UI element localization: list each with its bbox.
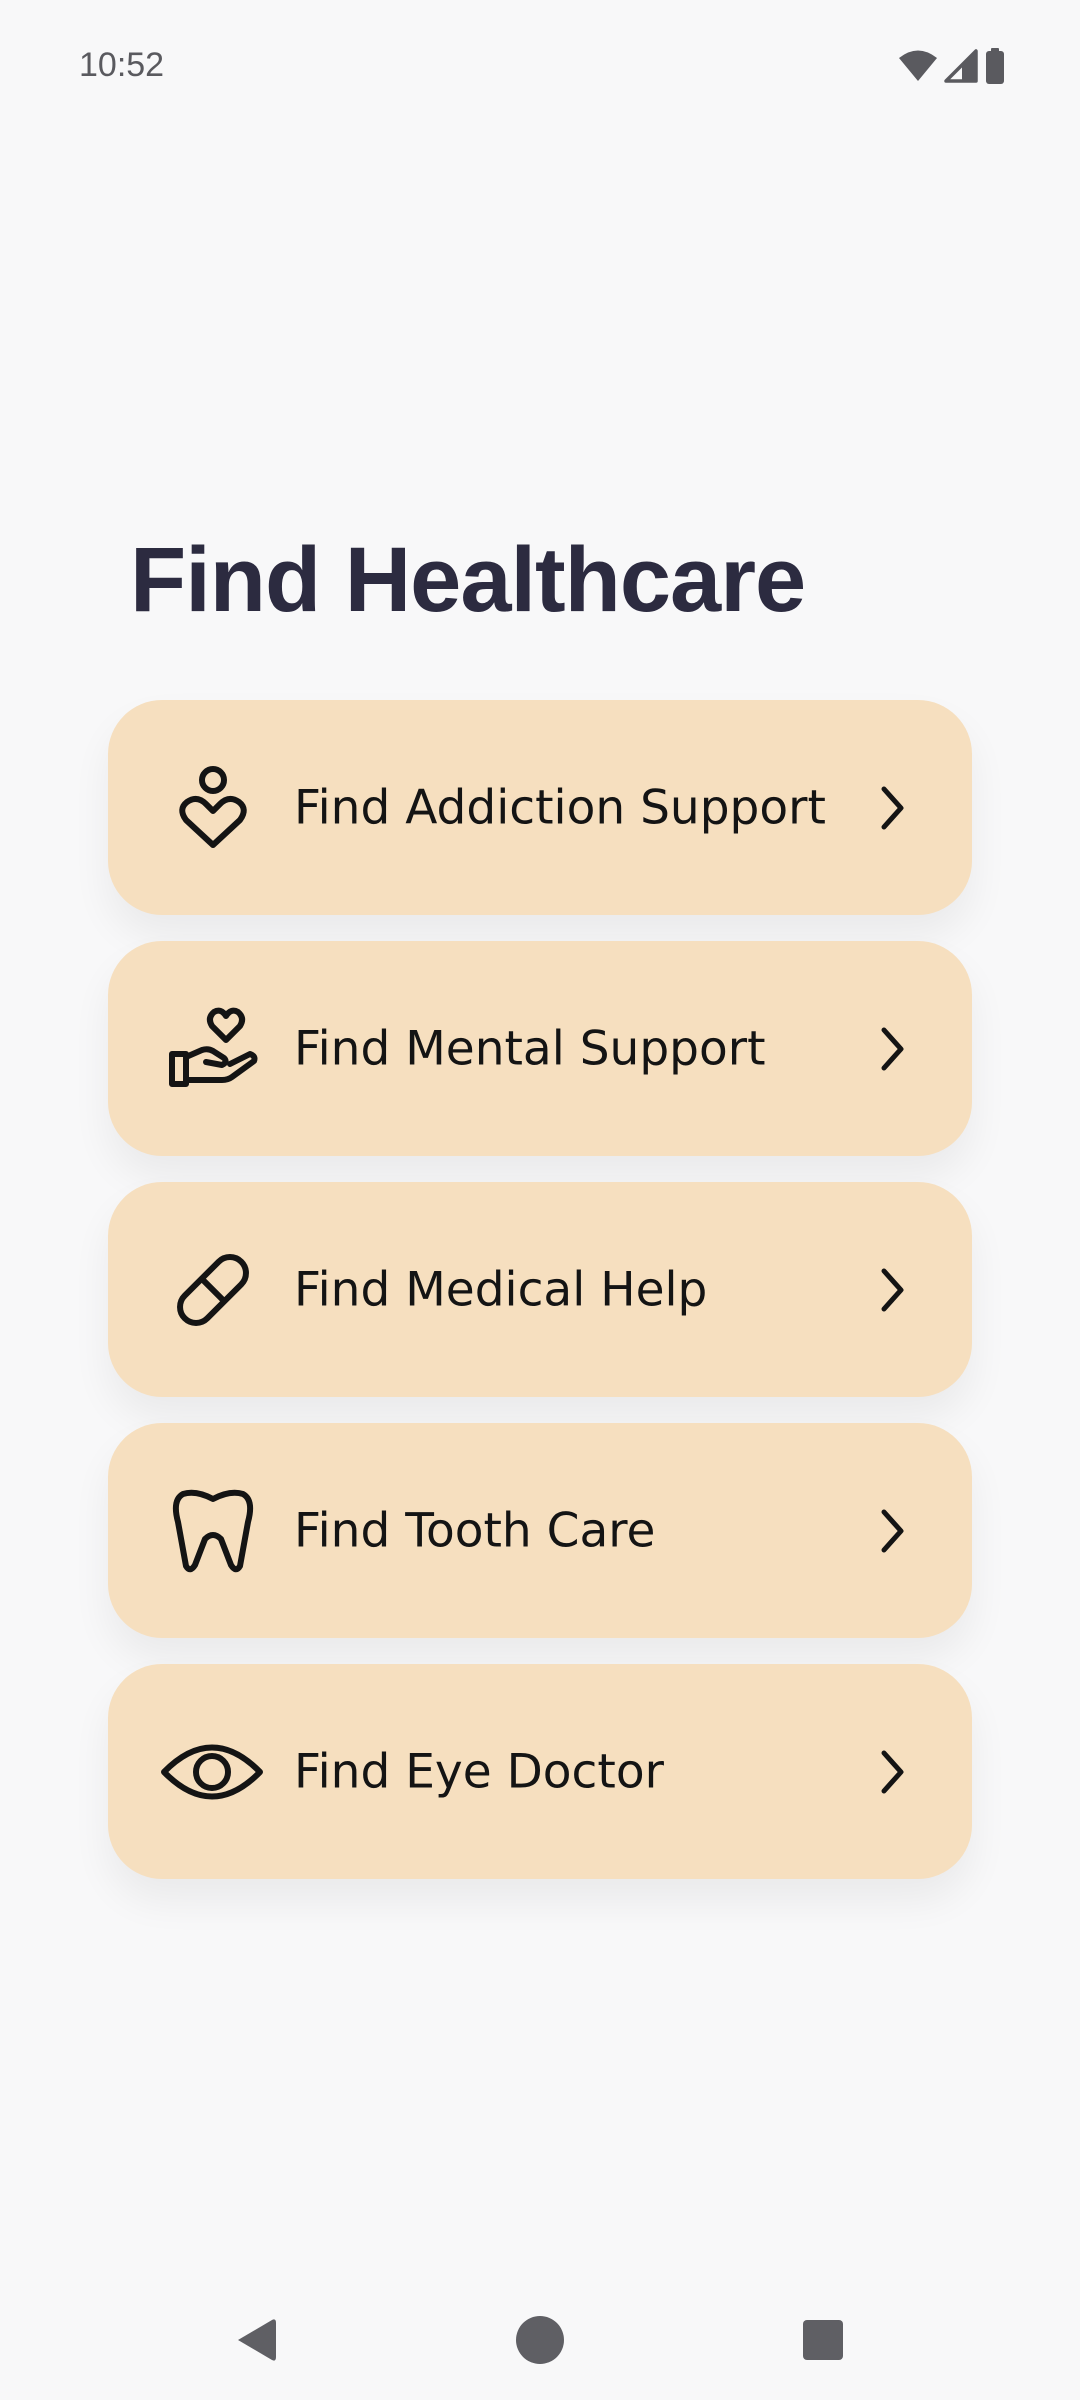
battery-icon [984, 48, 1006, 84]
back-button[interactable] [226, 2310, 286, 2370]
recents-button[interactable] [793, 2310, 853, 2370]
menu-item-label: Find Mental Support [294, 1021, 766, 1076]
menu-item-label: Find Addiction Support [294, 780, 826, 835]
eye-icon [160, 1727, 264, 1817]
page-title: Find Healthcare [130, 529, 806, 631]
tooth-icon [168, 1486, 258, 1576]
menu-item-eye-doctor[interactable]: Find Eye Doctor [108, 1664, 972, 1879]
menu-item-medical-help[interactable]: Find Medical Help [108, 1182, 972, 1397]
wifi-icon [898, 49, 938, 83]
chevron-right-icon [872, 1506, 912, 1556]
navigation-bar [0, 2280, 1080, 2400]
chevron-right-icon [872, 1265, 912, 1315]
home-icon [510, 2310, 570, 2370]
chevron-right-icon [872, 783, 912, 833]
menu-item-label: Find Tooth Care [294, 1503, 656, 1558]
signal-icon [944, 49, 978, 83]
menu-item-addiction-support[interactable]: Find Addiction Support [108, 700, 972, 915]
menu-item-label: Find Eye Doctor [294, 1744, 664, 1799]
home-button[interactable] [510, 2310, 570, 2370]
hand-heart-icon [168, 1004, 258, 1094]
chevron-right-icon [872, 1747, 912, 1797]
back-icon [226, 2310, 286, 2370]
person-heart-icon [168, 763, 258, 853]
chevron-right-icon [872, 1024, 912, 1074]
status-time: 10:52 [79, 46, 165, 84]
status-bar: 10:52 [0, 0, 1080, 136]
status-icons [898, 48, 1006, 84]
healthcare-menu: Find Addiction Support Find Mental Suppo… [108, 700, 972, 1905]
menu-item-tooth-care[interactable]: Find Tooth Care [108, 1423, 972, 1638]
recents-icon [793, 2310, 853, 2370]
menu-item-mental-support[interactable]: Find Mental Support [108, 941, 972, 1156]
pill-icon [168, 1245, 258, 1335]
menu-item-label: Find Medical Help [294, 1262, 708, 1317]
